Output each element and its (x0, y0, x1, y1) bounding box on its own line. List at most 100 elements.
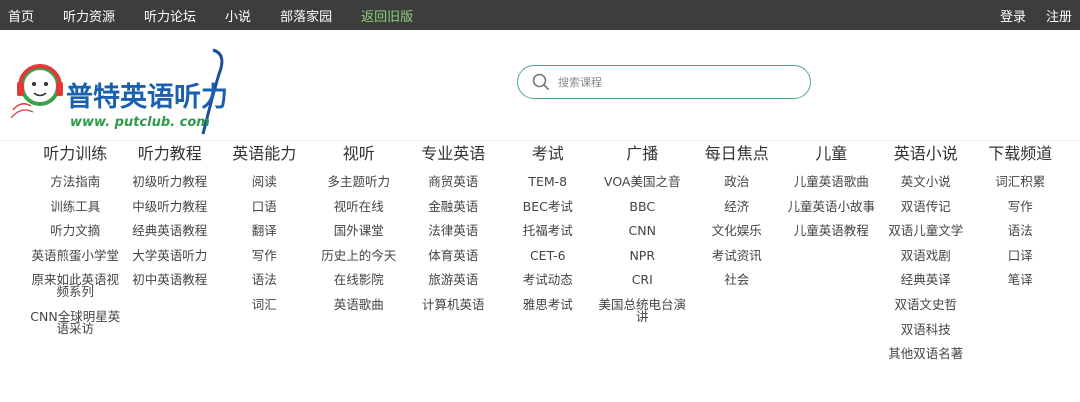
category-link[interactable]: 国外课堂 (312, 224, 407, 237)
category-link[interactable]: 初中英语教程 (123, 274, 218, 287)
main-nav: 首页 听力资源 听力论坛 小说 部落家园 返回旧版 (8, 6, 442, 25)
category-link[interactable]: 考试资讯 (690, 249, 785, 262)
category-link[interactable]: 经济 (690, 200, 785, 213)
category-link[interactable]: 其他双语名著 (879, 347, 974, 360)
category-link[interactable]: 方法指南 (28, 175, 123, 188)
top-nav-bar: 首页 听力资源 听力论坛 小说 部落家园 返回旧版 登录 注册 (0, 0, 1080, 30)
category-link[interactable]: 语法 (973, 224, 1068, 237)
category-link[interactable]: 商贸英语 (406, 175, 501, 188)
category-title[interactable]: 每日焦点 (690, 144, 785, 164)
category-link[interactable]: 英语煎蛋小学堂 (28, 249, 123, 262)
logo-url: www. putclub. com (70, 115, 210, 130)
nav-listening-resources[interactable]: 听力资源 (63, 6, 115, 25)
search-box (517, 65, 811, 99)
category-link[interactable]: 托福考试 (501, 224, 596, 237)
category-link[interactable]: 初级听力教程 (123, 175, 218, 188)
category-link[interactable]: 计算机英语 (406, 298, 501, 311)
category-column: 考试 TEM-8 BEC考试托福考试 CET-6 考试动态雅思考试 (501, 144, 596, 373)
category-title[interactable]: 视听 (312, 144, 407, 164)
category-link[interactable]: 口译 (973, 249, 1068, 262)
search-icon[interactable] (532, 73, 550, 91)
category-title[interactable]: 英语小说 (879, 144, 974, 164)
category-link[interactable]: 原来如此英语视频系列 (28, 274, 123, 299)
category-link[interactable]: 中级听力教程 (123, 200, 218, 213)
login-link[interactable]: 登录 (1000, 6, 1026, 25)
category-link[interactable]: 听力文摘 (28, 224, 123, 237)
category-link[interactable]: 翻译 (217, 224, 312, 237)
category-link[interactable]: 阅读 (217, 175, 312, 188)
category-link[interactable]: CNN (595, 224, 690, 237)
category-link[interactable]: 体育英语 (406, 249, 501, 262)
category-link[interactable]: CRI (595, 274, 690, 287)
category-link[interactable]: 儿童英语歌曲 (784, 175, 879, 188)
category-column: 下载频道词汇积累写作语法口译笔译 (973, 144, 1068, 373)
category-link[interactable]: 词汇 (217, 298, 312, 311)
category-link[interactable]: 写作 (217, 249, 312, 262)
category-link[interactable]: NPR (595, 249, 690, 262)
category-link[interactable]: 双语科技 (879, 323, 974, 336)
category-link[interactable]: BEC考试 (501, 200, 596, 213)
category-title[interactable]: 考试 (501, 144, 596, 164)
headphone-face-icon (10, 64, 63, 119)
category-link[interactable]: 在线影院 (312, 274, 407, 287)
category-title[interactable]: 专业英语 (406, 144, 501, 164)
category-title[interactable]: 听力教程 (123, 144, 218, 164)
category-title[interactable]: 听力训练 (28, 144, 123, 164)
category-link[interactable]: 雅思考试 (501, 298, 596, 311)
category-title[interactable]: 下载频道 (973, 144, 1068, 164)
register-link[interactable]: 注册 (1046, 6, 1072, 25)
nav-back-to-old-version[interactable]: 返回旧版 (361, 6, 413, 25)
category-link[interactable]: 双语传记 (879, 200, 974, 213)
category-link[interactable]: 经典英译 (879, 274, 974, 287)
category-menu: 听力训练方法指南训练工具听力文摘英语煎蛋小学堂原来如此英语视频系列 CNN全球明星… (28, 144, 1068, 373)
category-link[interactable]: 写作 (973, 200, 1068, 213)
category-link[interactable]: 双语戏剧 (879, 249, 974, 262)
site-header: 普特英语听力 www. putclub. com (0, 30, 1080, 141)
nav-listening-forum[interactable]: 听力论坛 (144, 6, 196, 25)
category-link[interactable]: 儿童英语小故事 (784, 200, 879, 213)
category-link[interactable]: 金融英语 (406, 200, 501, 213)
category-column: 听力教程初级听力教程 中级听力教程 经典英语教程 大学英语听力 初中英语教程 (123, 144, 218, 373)
category-column: 视听多主题听力视听在线国外课堂历史上的今天 在线影院英语歌曲 (312, 144, 407, 373)
category-link[interactable]: 考试动态 (501, 274, 596, 287)
category-column: 每日焦点政治经济文化娱乐考试资讯社会 (690, 144, 785, 373)
auth-links: 登录 注册 (980, 6, 1072, 25)
category-link[interactable]: 旅游英语 (406, 274, 501, 287)
category-link[interactable]: TEM-8 (501, 175, 596, 188)
category-link[interactable]: CET-6 (501, 249, 596, 262)
nav-tribe-home[interactable]: 部落家园 (280, 6, 332, 25)
category-link[interactable]: BBC (595, 200, 690, 213)
category-link[interactable]: 美国总统电台演讲 (595, 298, 690, 323)
nav-home[interactable]: 首页 (8, 6, 34, 25)
logo-title: 普特英语听力 (66, 81, 228, 113)
category-column: 专业英语商贸英语金融英语法律英语体育英语旅游英语计算机英语 (406, 144, 501, 373)
category-link[interactable]: 词汇积累 (973, 175, 1068, 188)
category-link[interactable]: 双语儿童文学 (879, 224, 974, 237)
category-link[interactable]: 历史上的今天 (312, 249, 407, 262)
category-column: 广播 VOA美国之音 BBC CNN NPR CRI 美国总统电台演讲 (595, 144, 690, 373)
category-link[interactable]: 语法 (217, 274, 312, 287)
category-link[interactable]: 口语 (217, 200, 312, 213)
category-title[interactable]: 儿童 (784, 144, 879, 164)
category-link[interactable]: 政治 (690, 175, 785, 188)
category-link[interactable]: 英文小说 (879, 175, 974, 188)
nav-novels[interactable]: 小说 (225, 6, 251, 25)
search-input[interactable] (556, 74, 780, 90)
category-link[interactable]: 视听在线 (312, 200, 407, 213)
site-logo[interactable]: 普特英语听力 www. putclub. com (8, 38, 268, 138)
category-link[interactable]: 英语歌曲 (312, 298, 407, 311)
category-link[interactable]: CNN全球明星英语采访 (28, 310, 123, 335)
category-link[interactable]: 多主题听力 (312, 175, 407, 188)
category-link[interactable]: 经典英语教程 (123, 224, 218, 237)
category-link[interactable]: 笔译 (973, 274, 1068, 287)
category-link[interactable]: 法律英语 (406, 224, 501, 237)
category-link[interactable]: VOA美国之音 (595, 175, 690, 188)
category-link[interactable]: 大学英语听力 (123, 249, 218, 262)
category-link[interactable]: 训练工具 (28, 200, 123, 213)
category-link[interactable]: 双语文史哲 (879, 298, 974, 311)
category-link[interactable]: 社会 (690, 274, 785, 287)
category-link[interactable]: 文化娱乐 (690, 224, 785, 237)
category-link[interactable]: 儿童英语教程 (784, 224, 879, 237)
category-title[interactable]: 英语能力 (217, 144, 312, 164)
category-title[interactable]: 广播 (595, 144, 690, 164)
